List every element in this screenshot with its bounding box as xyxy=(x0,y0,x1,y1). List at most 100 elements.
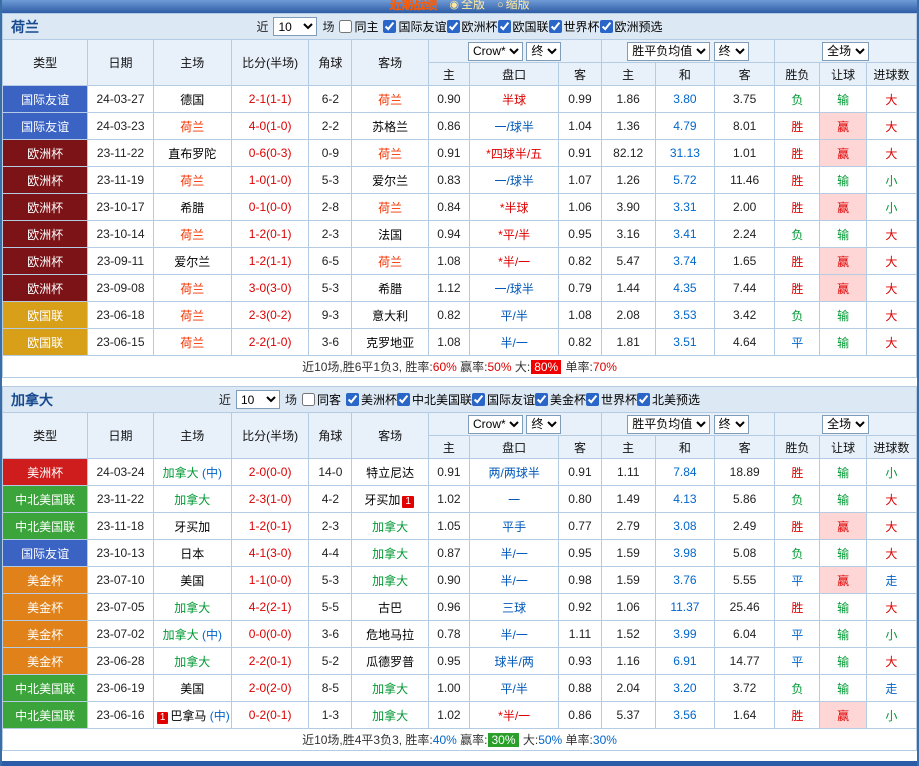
competition-filter[interactable]: 欧国联 xyxy=(497,18,549,35)
corner-score: 6-2 xyxy=(308,85,353,113)
corner-score: 9-3 xyxy=(308,301,353,329)
col-avg-away: 客 xyxy=(714,435,776,459)
competition-filter[interactable]: 美洲杯 xyxy=(345,391,397,408)
summary-part: 40% xyxy=(432,732,457,747)
competition-type: 中北美国联 xyxy=(2,701,89,729)
competition-checkbox[interactable] xyxy=(535,392,549,406)
competition-checkbox[interactable] xyxy=(383,19,397,33)
handicap-result-cell: 输 xyxy=(819,328,867,356)
team-label: 爱尔兰 xyxy=(174,254,211,269)
match-score: 2-1(1-1) xyxy=(230,85,310,113)
odds-source-select[interactable]: Crow* xyxy=(468,414,524,434)
team-label: 加拿大 xyxy=(372,546,409,561)
match-row: 欧国联 23-06-18 荷兰 2-3(0-2) 9-3 意大利 0.82 平/半 1.08 2.… xyxy=(2,301,917,329)
avg-state-select[interactable]: 终 xyxy=(713,414,749,434)
result-cell: 平 xyxy=(774,566,821,594)
summary-part: 赢率: xyxy=(456,733,488,747)
away-odds: 0.99 xyxy=(558,85,602,113)
scope-select[interactable]: 全场 xyxy=(822,41,870,61)
col-type: 类型 xyxy=(2,39,89,86)
handicap-line: *半/一 xyxy=(468,247,560,275)
competition-label: 中北美国联 xyxy=(411,392,472,407)
away-odds: 1.04 xyxy=(558,112,602,140)
view-option-full[interactable]: ◉ 全版 xyxy=(449,0,485,13)
recent-count-select[interactable]: 10 xyxy=(273,17,318,36)
away-odds: 0.82 xyxy=(558,247,602,275)
competition-filter[interactable]: 北美预选 xyxy=(637,391,700,408)
competition-filters: 国际友谊 欧洲杯 欧国联 世界杯 欧洲预选 xyxy=(383,18,663,36)
venue-label: 同客 xyxy=(316,393,341,407)
match-score: 1-1(0-0) xyxy=(230,566,310,594)
view-option-compact[interactable]: ○ 缩版 xyxy=(497,0,530,13)
recent-count-select[interactable]: 10 xyxy=(235,390,280,409)
competition-filter[interactable]: 中北美国联 xyxy=(396,391,472,408)
odds-source-select[interactable]: Crow* xyxy=(468,41,524,61)
venue-filter[interactable]: 同客 xyxy=(301,391,341,408)
odds-state-select[interactable]: 终 xyxy=(526,41,562,61)
result-cell: 平 xyxy=(774,647,821,675)
competition-checkbox[interactable] xyxy=(446,19,460,33)
competition-filter[interactable]: 国际友谊 xyxy=(383,18,447,35)
competition-checkbox[interactable] xyxy=(497,19,511,33)
handicap-line: 半/一 xyxy=(468,566,560,594)
handicap-line: 平手 xyxy=(468,512,560,540)
home-odds: 1.08 xyxy=(427,247,470,275)
competition-checkbox[interactable] xyxy=(396,392,410,406)
home-team: 荷兰 xyxy=(152,112,232,140)
near-label: 近 xyxy=(218,393,231,407)
competition-filter[interactable]: 美金杯 xyxy=(535,391,586,408)
away-team: 苏格兰 xyxy=(351,112,429,140)
away-team: 瓜德罗普 xyxy=(351,647,429,675)
competition-label: 欧洲杯 xyxy=(461,19,498,34)
corner-score: 2-2 xyxy=(308,112,353,140)
competition-filter[interactable]: 世界杯 xyxy=(586,391,637,408)
team-label: 克罗地亚 xyxy=(366,335,415,350)
avg-draw-odds: 7.84 xyxy=(654,458,716,486)
handicap-line: *四球半/五 xyxy=(468,139,560,167)
match-date: 23-11-22 xyxy=(87,139,154,167)
match-row: 欧洲杯 23-10-17 希腊 0-1(0-0) 2-8 荷兰 0.84 *半球 1.06 3.9… xyxy=(2,193,917,221)
avg-away-odds: 2.24 xyxy=(714,220,776,248)
competition-filter[interactable]: 欧洲预选 xyxy=(599,18,663,35)
avg-state-select[interactable]: 终 xyxy=(713,41,749,61)
venue-filter[interactable]: 同主 xyxy=(339,18,378,35)
odds-state-select[interactable]: 终 xyxy=(526,414,562,434)
away-team: 加拿大 xyxy=(351,566,429,594)
avg-source-select[interactable]: 胜平负均值 xyxy=(627,41,711,61)
team-label: 加拿大 xyxy=(162,465,199,480)
venue-checkbox[interactable] xyxy=(301,393,315,406)
competition-checkbox[interactable] xyxy=(548,19,562,33)
competition-checkbox[interactable] xyxy=(472,392,485,406)
match-row: 中北美国联 23-06-19 美国 2-0(2-0) 8-5 加拿大 1.00 平/半 0.88… xyxy=(2,674,917,702)
handicap-line: 一/球半 xyxy=(468,166,560,194)
handicap-result-cell: 输 xyxy=(819,539,867,567)
avg-draw-odds: 4.13 xyxy=(654,485,716,513)
competition-filter[interactable]: 世界杯 xyxy=(548,18,600,35)
team-label: 牙买加 xyxy=(174,519,211,534)
team-label: 荷兰 xyxy=(378,146,403,161)
col-result: 胜负 xyxy=(774,435,821,459)
team-section-canada: 加拿大 近 10 场 同客 美洲杯 中北美国联 国际友谊 美金杯 世界杯 北美预选 类型 … xyxy=(2,386,917,751)
summary-part: 近10场,胜4平3负3, 胜率: xyxy=(302,733,433,747)
competition-checkbox[interactable] xyxy=(599,19,613,33)
competition-checkbox[interactable] xyxy=(586,392,600,406)
competition-checkbox[interactable] xyxy=(345,392,359,406)
competition-filter[interactable]: 国际友谊 xyxy=(472,391,535,408)
away-team: 荷兰 xyxy=(351,247,429,275)
competition-filter[interactable]: 欧洲杯 xyxy=(446,18,498,35)
games-label: 场 xyxy=(284,393,297,407)
avg-away-odds: 2.00 xyxy=(714,193,776,221)
scope-select[interactable]: 全场 xyxy=(822,414,870,434)
competition-checkbox[interactable] xyxy=(637,392,651,406)
avg-away-odds: 2.49 xyxy=(714,512,776,540)
home-team: 荷兰 xyxy=(152,166,232,194)
avg-source-select[interactable]: 胜平负均值 xyxy=(627,414,711,434)
avg-home-odds: 1.11 xyxy=(600,458,656,486)
match-date: 23-10-14 xyxy=(87,220,154,248)
goals-result-cell: 大 xyxy=(865,139,917,167)
summary-part: 大: xyxy=(519,733,539,747)
match-score: 1-2(0-1) xyxy=(230,220,310,248)
result-cell: 胜 xyxy=(774,193,821,221)
venue-checkbox[interactable] xyxy=(339,20,353,33)
team-label: 意大利 xyxy=(372,308,409,323)
